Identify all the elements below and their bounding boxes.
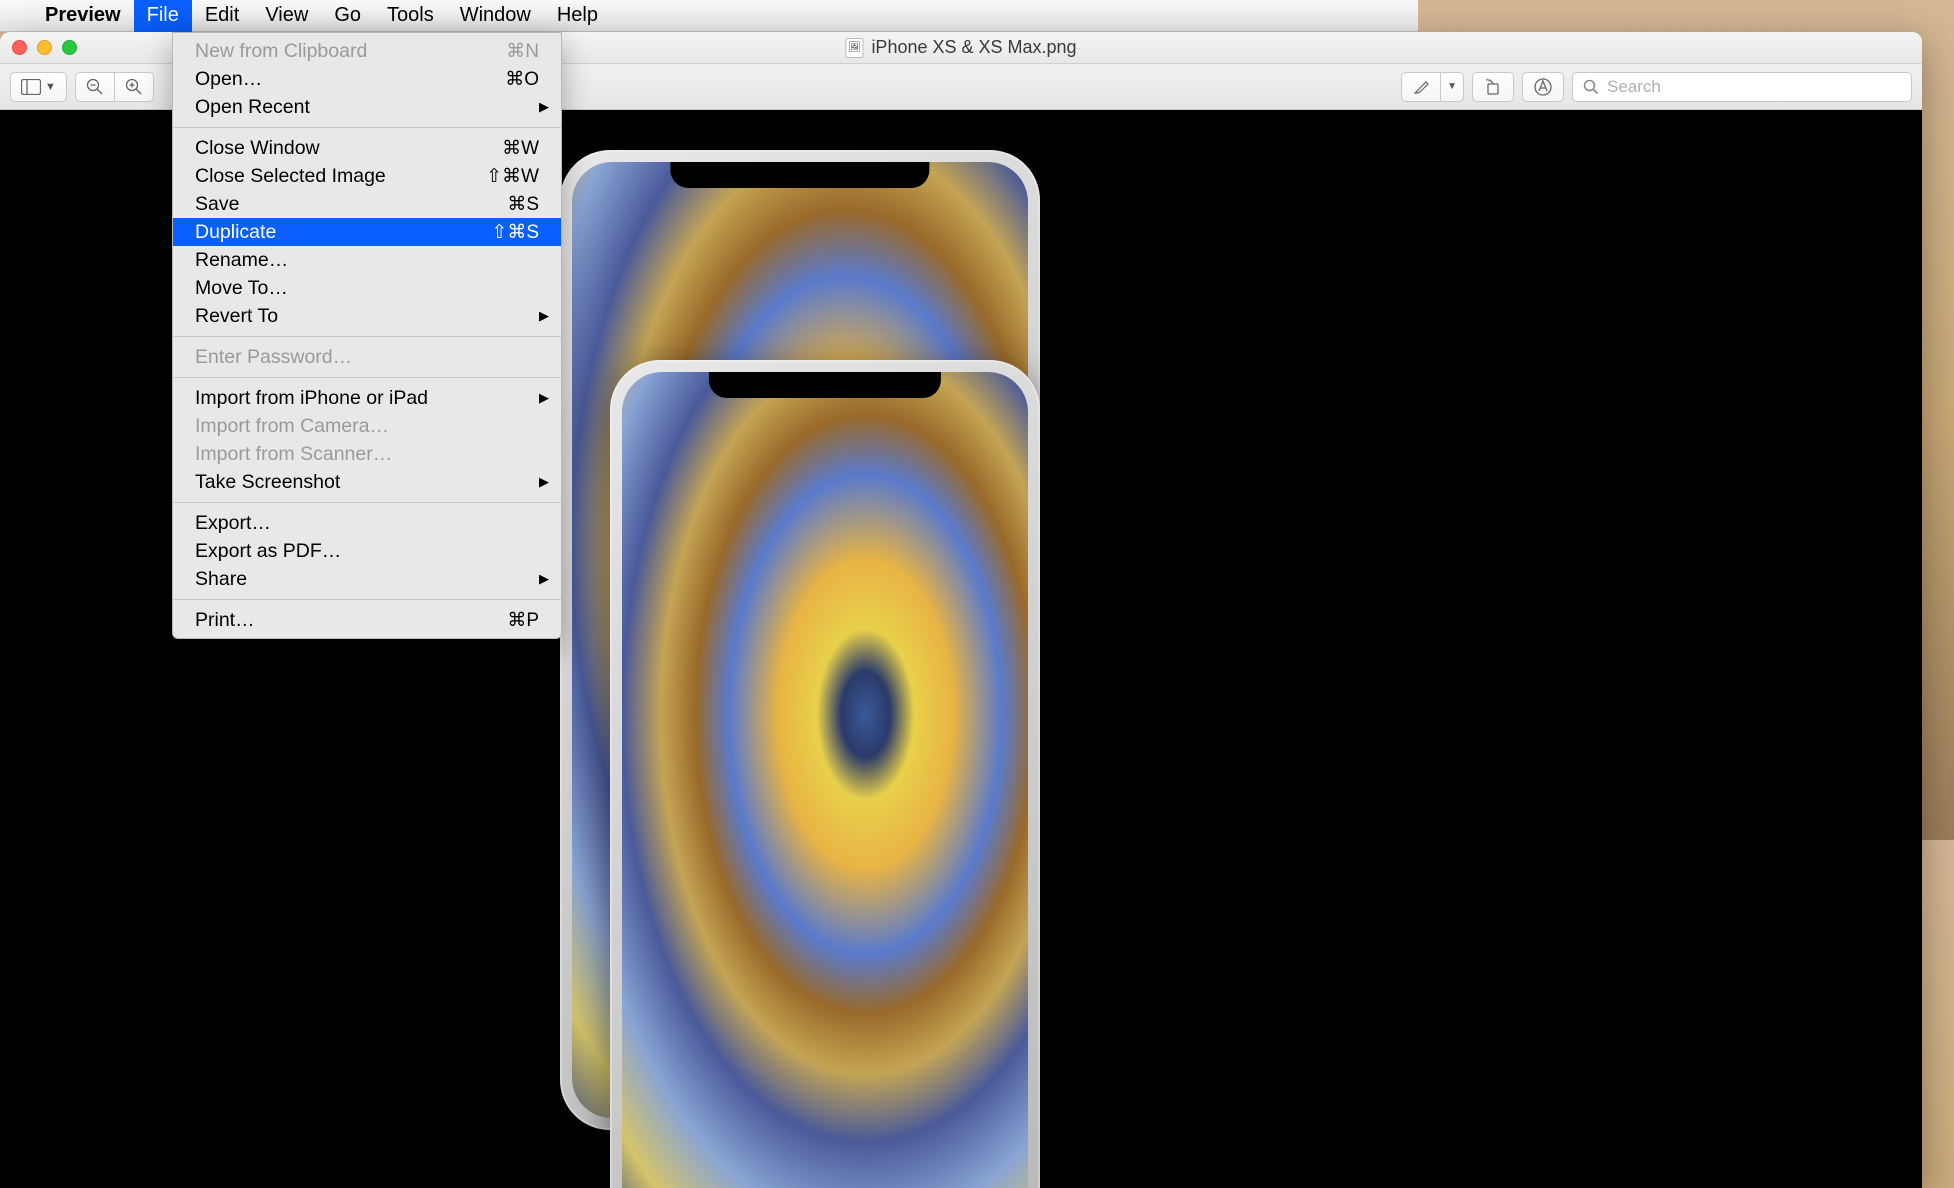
menu-item-rename[interactable]: Rename… — [173, 246, 561, 274]
menu-item-label: Enter Password… — [195, 346, 352, 369]
menu-item-label: Import from Camera… — [195, 415, 389, 438]
zoom-out-icon — [86, 78, 104, 96]
menubar-item-window[interactable]: Window — [447, 0, 544, 32]
menu-item-revert-to[interactable]: Revert To ▶ — [173, 302, 561, 330]
menu-item-shortcut: ⌘O — [505, 68, 539, 91]
menubar: Preview FileEditViewGoToolsWindowHelp — [0, 0, 1418, 32]
menu-item-shortcut: ⇧⌘W — [486, 165, 539, 188]
menu-item-label: Take Screenshot — [195, 471, 340, 494]
submenu-arrow-icon: ▶ — [539, 99, 549, 115]
highlight-options-button[interactable]: ▼ — [1440, 72, 1464, 102]
menu-item-label: Close Window — [195, 137, 320, 160]
menubar-item-file[interactable]: File — [134, 0, 192, 32]
search-input[interactable] — [1607, 77, 1901, 97]
menu-item-label: Rename… — [195, 249, 288, 272]
menu-item-shortcut: ⌘W — [502, 137, 539, 160]
menu-item-move-to[interactable]: Move To… — [173, 274, 561, 302]
phone-render-small — [610, 360, 1040, 1188]
menu-item-label: Duplicate — [195, 221, 276, 244]
file-menu-dropdown: New from Clipboard ⌘N Open… ⌘O Open Recent ▶ C… — [172, 32, 562, 639]
menu-item-export-as-pdf[interactable]: Export as PDF… — [173, 537, 561, 565]
zoom-group — [75, 72, 154, 102]
menu-item-label: Move To… — [195, 277, 288, 300]
minimize-button[interactable] — [37, 40, 52, 55]
menubar-item-help[interactable]: Help — [544, 0, 611, 32]
document-title-text: iPhone XS & XS Max.png — [871, 37, 1076, 58]
rotate-icon — [1483, 78, 1503, 96]
submenu-arrow-icon: ▶ — [539, 571, 549, 587]
menu-item-import-from-camera: Import from Camera… — [173, 412, 561, 440]
menu-item-label: Import from Scanner… — [195, 443, 392, 466]
zoom-in-icon — [125, 78, 143, 96]
traffic-lights — [12, 40, 77, 55]
menu-item-export[interactable]: Export… — [173, 509, 561, 537]
menu-item-open-recent[interactable]: Open Recent ▶ — [173, 93, 561, 121]
maximize-button[interactable] — [62, 40, 77, 55]
menu-item-duplicate[interactable]: Duplicate ⇧⌘S — [173, 218, 561, 246]
menubar-item-go[interactable]: Go — [321, 0, 374, 32]
menu-item-shortcut: ⌘P — [507, 609, 539, 632]
zoom-in-button[interactable] — [114, 72, 154, 102]
menu-item-save[interactable]: Save ⌘S — [173, 190, 561, 218]
menubar-item-edit[interactable]: Edit — [192, 0, 252, 32]
menu-item-label: Revert To — [195, 305, 278, 328]
document-icon: 🖼 — [845, 38, 863, 58]
menu-item-label: Import from iPhone or iPad — [195, 387, 428, 410]
menu-separator — [173, 502, 561, 503]
document-title[interactable]: 🖼 iPhone XS & XS Max.png — [845, 37, 1076, 58]
chevron-down-icon: ▼ — [45, 81, 56, 93]
menu-item-take-screenshot[interactable]: Take Screenshot ▶ — [173, 468, 561, 496]
menu-item-shortcut: ⌘S — [507, 193, 539, 216]
menu-item-import-from-iphone-or-ipad[interactable]: Import from iPhone or iPad ▶ — [173, 384, 561, 412]
markup-toolbar-button[interactable] — [1522, 72, 1564, 102]
menu-separator — [173, 336, 561, 337]
menu-item-label: Save — [195, 193, 239, 216]
menu-item-import-from-scanner: Import from Scanner… — [173, 440, 561, 468]
markup-icon — [1533, 77, 1553, 97]
close-button[interactable] — [12, 40, 27, 55]
submenu-arrow-icon: ▶ — [539, 474, 549, 490]
menu-item-label: Share — [195, 568, 247, 591]
submenu-arrow-icon: ▶ — [539, 390, 549, 406]
sidebar-toggle-button[interactable]: ▼ — [10, 72, 67, 102]
menu-separator — [173, 377, 561, 378]
search-field[interactable] — [1572, 72, 1912, 102]
menu-item-label: Export… — [195, 512, 271, 535]
menu-item-close-selected-image[interactable]: Close Selected Image ⇧⌘W — [173, 162, 561, 190]
highlight-button[interactable] — [1401, 72, 1440, 102]
rotate-button[interactable] — [1472, 72, 1514, 102]
menu-item-label: Open Recent — [195, 96, 310, 119]
menu-item-label: Open… — [195, 68, 262, 91]
menu-item-shortcut: ⌘N — [506, 40, 539, 63]
sidebar-icon — [21, 79, 41, 95]
menu-item-label: Close Selected Image — [195, 165, 386, 188]
menu-item-enter-password: Enter Password… — [173, 343, 561, 371]
menubar-app-name[interactable]: Preview — [32, 0, 134, 32]
menubar-item-tools[interactable]: Tools — [374, 0, 447, 32]
menu-separator — [173, 127, 561, 128]
highlight-icon — [1412, 78, 1430, 96]
zoom-out-button[interactable] — [75, 72, 114, 102]
search-icon — [1583, 79, 1599, 95]
menu-item-shortcut: ⇧⌘S — [491, 221, 539, 244]
menu-item-new-from-clipboard: New from Clipboard ⌘N — [173, 37, 561, 65]
menu-item-label: Export as PDF… — [195, 540, 341, 563]
markup-group: ▼ — [1401, 72, 1464, 102]
menu-item-share[interactable]: Share ▶ — [173, 565, 561, 593]
menubar-item-view[interactable]: View — [252, 0, 321, 32]
chevron-down-icon: ▼ — [1447, 81, 1457, 92]
menu-item-open[interactable]: Open… ⌘O — [173, 65, 561, 93]
submenu-arrow-icon: ▶ — [539, 308, 549, 324]
menu-item-label: Print… — [195, 609, 255, 632]
menu-item-close-window[interactable]: Close Window ⌘W — [173, 134, 561, 162]
menu-item-print[interactable]: Print… ⌘P — [173, 606, 561, 634]
menu-item-label: New from Clipboard — [195, 40, 367, 63]
menu-separator — [173, 599, 561, 600]
